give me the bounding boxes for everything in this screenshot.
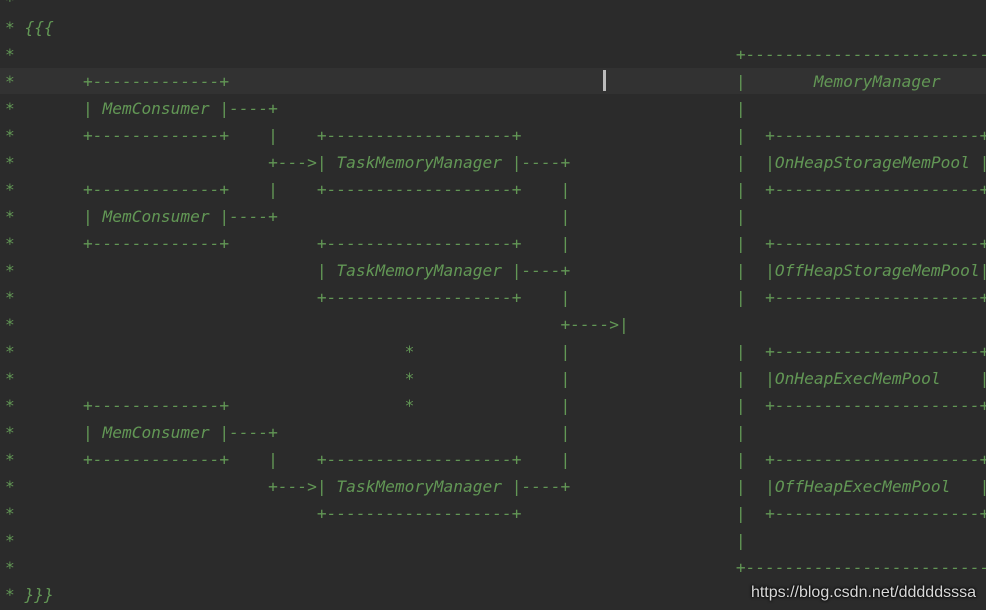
code-line: * +---->| |	[5, 315, 986, 334]
code-line: * +-------------+ | +-------------------…	[5, 450, 986, 469]
code-line: * +-------------------+ | +-------------…	[5, 504, 986, 523]
code-line: * +-------------+ | +-------------------…	[5, 126, 986, 145]
code-line: * | TaskMemoryManager |----+ | |OffHeapS…	[5, 261, 986, 280]
code-line: * +---------------------------+	[5, 558, 986, 577]
code-line: * * | | +---------------------+ |	[5, 342, 986, 361]
code-line: * +-------------------+ | | +-----------…	[5, 288, 986, 307]
code-line: * | MemConsumer |----+ | |	[5, 99, 986, 118]
code-line: * +-------------+ * | | +---------------…	[5, 396, 986, 415]
code-line: * +-------------+ | MemoryManager |	[5, 72, 986, 91]
watermark: https://blog.csdn.net/dddddsssa	[750, 584, 976, 601]
code-line: * * | | |OnHeapExecMemPool | |	[5, 369, 986, 388]
code-line: * +--->| TaskMemoryManager |----+ | |OnH…	[5, 153, 986, 172]
code-line: * | MemConsumer |----+ | | |	[5, 207, 986, 226]
code-editor[interactable]: * * {{{ * +---------------------------+ * +…	[0, 0, 986, 610]
code-line: * +-------------+ +-------------------+ …	[5, 234, 986, 253]
code-line: * +--->| TaskMemoryManager |----+ | |Off…	[5, 477, 986, 496]
code-line: * | MemConsumer |----+ | | |	[5, 423, 986, 442]
text-caret	[603, 70, 606, 91]
code-area[interactable]: * * {{{ * +---------------------------+ * +…	[5, 0, 986, 608]
code-line: * +---------------------------+	[5, 45, 986, 64]
code-line: * +-------------+ | +-------------------…	[5, 180, 986, 199]
code-line: * {{{	[5, 18, 54, 37]
code-line: * | |	[5, 531, 986, 550]
code-line: *	[5, 0, 15, 10]
